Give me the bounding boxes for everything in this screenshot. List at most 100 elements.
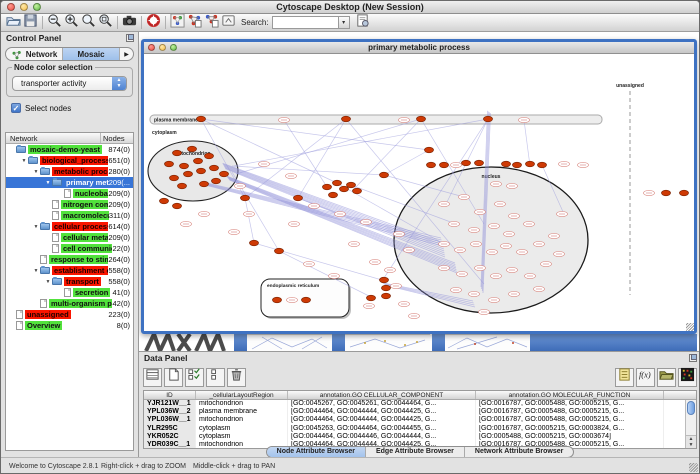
gene-node[interactable] (173, 150, 182, 156)
gene-node[interactable] (210, 165, 219, 171)
import-network-button[interactable] (203, 15, 220, 31)
tree-row[interactable]: ▼primary metabo209(... (6, 177, 133, 188)
gene-node[interactable] (475, 160, 484, 166)
gene-node[interactable] (170, 175, 179, 181)
gene-node[interactable] (353, 188, 362, 194)
annotation-button[interactable] (354, 15, 371, 31)
background-window-fragment[interactable] (345, 334, 430, 351)
background-window-fragment[interactable] (234, 334, 247, 351)
gene-node[interactable] (188, 146, 197, 152)
tab-overflow-arrow[interactable]: ▶ (120, 48, 133, 60)
gene-node[interactable] (275, 248, 284, 254)
create-network-button[interactable] (186, 15, 203, 31)
tree-row[interactable]: Overview8(0) (6, 320, 133, 331)
gene-node[interactable] (417, 116, 426, 122)
gene-node[interactable] (302, 297, 311, 303)
background-window-fragment[interactable] (432, 334, 445, 351)
heatmap-button[interactable] (678, 368, 697, 387)
float-panel-icon[interactable] (689, 354, 697, 362)
camera-button[interactable] (121, 15, 138, 31)
unselect-columns-button[interactable] (206, 368, 225, 387)
select-nodes-checkbox[interactable]: ✓ (11, 103, 21, 113)
column-header[interactable]: annotation.GO CELLULAR_COMPONENT (288, 391, 476, 399)
tree-row[interactable]: ▼metabolic process280(0) (6, 166, 133, 177)
scrollbar-thumb[interactable] (687, 401, 695, 415)
expander-icon[interactable]: ▼ (32, 268, 40, 274)
table-row[interactable]: YKR052Ccytoplasm[GO:0044464, GO:0044446,… (144, 433, 696, 441)
gene-node[interactable] (220, 171, 229, 177)
gene-node[interactable] (178, 183, 187, 189)
vizmapper-button[interactable] (169, 15, 186, 31)
gene-node[interactable] (662, 190, 671, 196)
gene-node[interactable] (680, 190, 689, 196)
tree-row[interactable]: cellular metabo209(0) (6, 232, 133, 243)
background-window-fragment[interactable] (445, 334, 530, 351)
gene-node[interactable] (462, 160, 471, 166)
import-attributes-button[interactable] (657, 368, 676, 387)
gene-node[interactable] (513, 162, 522, 168)
expander-icon[interactable]: ▼ (32, 169, 40, 175)
zoom-fit-button[interactable] (97, 15, 114, 31)
table-row[interactable]: YLR295Ccytoplasm[GO:0045263, GO:0044464,… (144, 425, 696, 433)
tab-mosaic[interactable]: Mosaic (63, 48, 120, 60)
gene-node[interactable] (425, 147, 434, 153)
search-input[interactable] (272, 16, 338, 29)
tree-row[interactable]: nitrogen compo209(0) (6, 199, 133, 210)
save-button[interactable] (22, 15, 39, 31)
zoom-out-button[interactable] (46, 15, 63, 31)
gene-node[interactable] (200, 181, 209, 187)
tree-row[interactable]: ▼transport558(0) (6, 276, 133, 287)
gene-node[interactable] (241, 195, 250, 201)
gene-node[interactable] (273, 297, 282, 303)
gene-node[interactable] (180, 163, 189, 169)
gene-node[interactable] (165, 161, 174, 167)
tree-row[interactable]: ▼establishment of lo558(0) (6, 265, 133, 276)
tree-row[interactable]: multi-organism pro42(0) (6, 298, 133, 309)
zoom-in-button[interactable] (63, 15, 80, 31)
tab-edge-attribute-browser[interactable]: Edge Attribute Browser (366, 447, 465, 457)
network-view-titlebar[interactable]: primary metabolic process (144, 42, 694, 54)
table-scrollbar[interactable]: ▲▼ (685, 400, 696, 448)
attribute-list-button[interactable] (615, 368, 634, 387)
background-window-fragment[interactable] (530, 334, 697, 351)
gene-node[interactable] (427, 162, 436, 168)
delete-attribute-button[interactable] (227, 368, 246, 387)
gene-node[interactable] (380, 172, 389, 178)
tree-row[interactable]: macromolecule311(0) (6, 210, 133, 221)
gene-node[interactable] (184, 171, 193, 177)
gene-node[interactable] (160, 198, 169, 204)
gene-node[interactable] (205, 153, 214, 159)
zoom-selected-button[interactable] (80, 15, 97, 31)
gene-node[interactable] (382, 293, 391, 299)
expander-icon[interactable]: ▼ (32, 224, 40, 230)
table-row[interactable]: YPL036W__1mitochondrion[GO:0044464, GO:0… (144, 416, 696, 424)
tree-row[interactable]: ▼biological_process651(0) (6, 155, 133, 166)
gene-node[interactable] (502, 161, 511, 167)
column-header[interactable]: ID (144, 391, 196, 399)
gene-node[interactable] (526, 161, 535, 167)
column-header[interactable]: _cellularLayoutRegion (196, 391, 288, 399)
table-row[interactable]: YPL036W__2plasma membrane[GO:0044464, GO… (144, 408, 696, 416)
gene-node[interactable] (294, 195, 303, 201)
tree-row[interactable]: cell communicat22(0) (6, 243, 133, 254)
help-button[interactable] (145, 15, 162, 31)
tree-row[interactable]: mosaic-demo-yeast874(0) (6, 144, 133, 155)
gene-node[interactable] (212, 178, 221, 184)
new-attribute-button[interactable] (164, 368, 183, 387)
gene-node[interactable] (323, 184, 332, 190)
tree-row[interactable]: unassigned223(0) (6, 309, 133, 320)
gene-node[interactable] (440, 162, 449, 168)
open-folder-button[interactable] (5, 15, 22, 31)
attribute-table-header[interactable]: ID_cellularLayoutRegionannotation.GO CEL… (144, 391, 696, 400)
gene-node[interactable] (382, 285, 391, 291)
gene-node[interactable] (342, 116, 351, 122)
tab-network-attribute-browser[interactable]: Network Attribute Browser (465, 447, 573, 457)
gene-node[interactable] (347, 182, 356, 188)
network-resize-grip[interactable] (686, 323, 694, 331)
expander-icon[interactable]: ▼ (44, 279, 52, 285)
column-header[interactable]: annotation.GO MOLECULAR_FUNCTION (476, 391, 664, 399)
gene-node[interactable] (250, 240, 259, 246)
background-window-fragment[interactable] (332, 334, 345, 351)
gene-node[interactable] (380, 277, 389, 283)
tree-row[interactable]: ▼cellular process614(0) (6, 221, 133, 232)
